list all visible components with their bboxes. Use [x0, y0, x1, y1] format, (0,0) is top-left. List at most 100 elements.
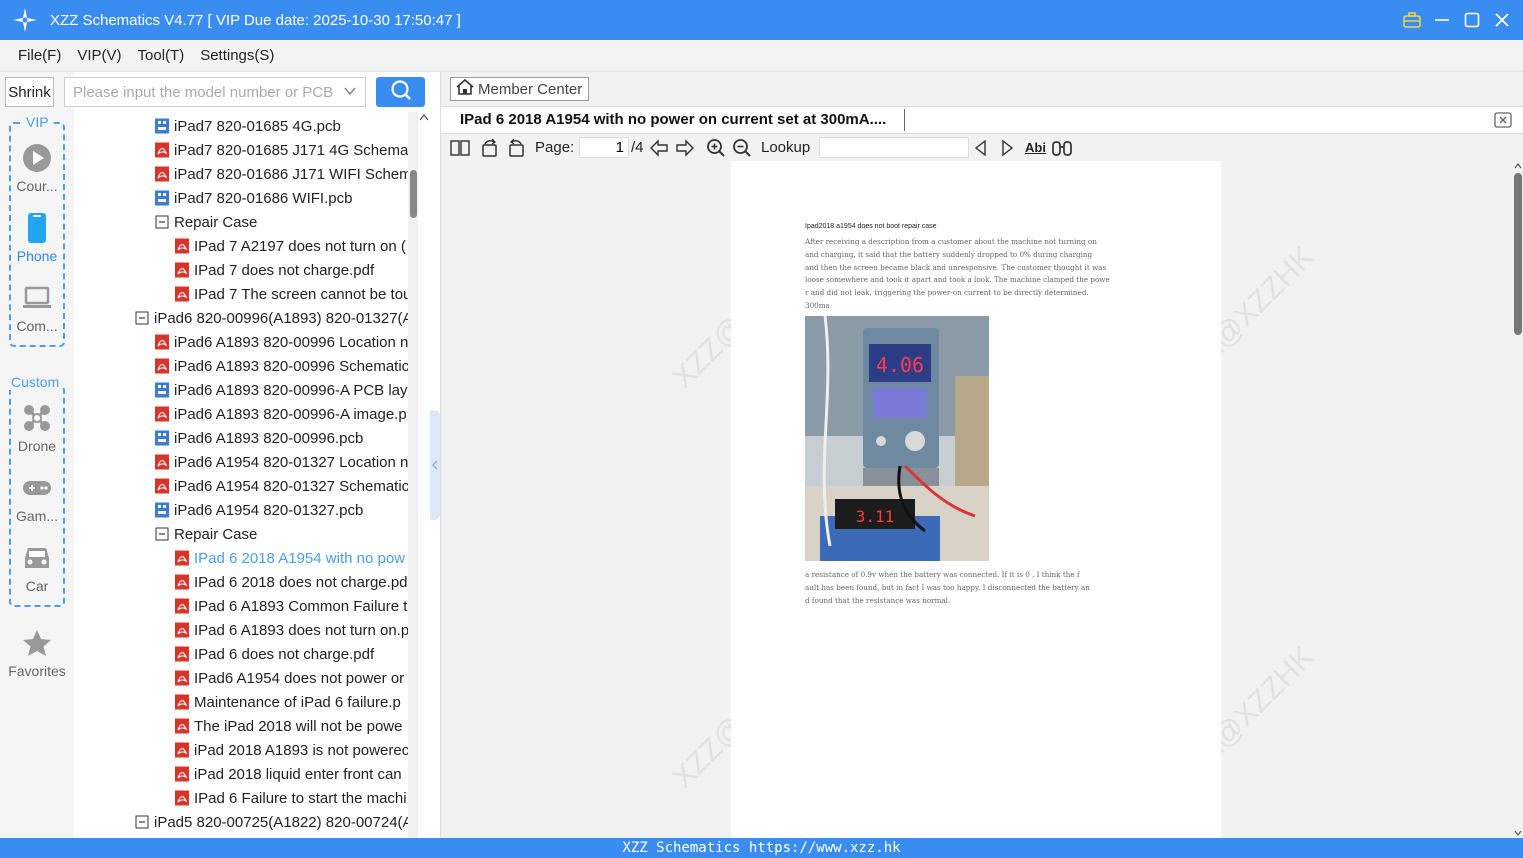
- tree-folder[interactable]: iPad5 820-00725(A1822) 820-00724(A: [134, 810, 408, 834]
- tree-item-label: IPad 6 2018 A1954 with no pow: [194, 549, 405, 567]
- two-page-view-icon[interactable]: [450, 137, 470, 158]
- tree-file[interactable]: iPad6 A1954 820-01327.pcb: [154, 498, 363, 522]
- tree-file[interactable]: iPad6 A1893 820-00996-A PCB laye: [154, 378, 408, 402]
- tree-file[interactable]: IPad 6 2018 A1954 with no pow: [174, 546, 405, 570]
- pdf-page: Ipad2018 a1954 does not boot repair case…: [731, 161, 1221, 838]
- member-center-button[interactable]: Member Center: [450, 77, 589, 101]
- tree-file[interactable]: IPad 6 Failure to start the machi: [174, 786, 407, 810]
- tree-file[interactable]: iPad6 A1893 820-00996 Location n: [154, 330, 408, 354]
- next-page-arrow-icon[interactable]: [675, 137, 695, 158]
- match-case-toggle[interactable]: Abi: [1025, 137, 1046, 158]
- tree-item-label: Maintenance of iPad 6 failure.p: [194, 693, 401, 711]
- lookup-input[interactable]: [819, 137, 969, 158]
- pdf-file-icon: [175, 718, 189, 734]
- collapse-minus-icon[interactable]: [134, 310, 150, 326]
- find-previous-icon[interactable]: [973, 137, 989, 158]
- menu-vip[interactable]: VIP(V): [77, 47, 121, 64]
- tree-file[interactable]: The iPad 2018 will not be powe: [174, 714, 402, 738]
- tree-file[interactable]: IPad 6 A1893 does not turn on.p: [174, 618, 408, 642]
- maximize-icon[interactable]: [1463, 11, 1481, 29]
- tree-file[interactable]: iPad 2018 A1893 is not powerec: [174, 738, 408, 762]
- tree-file[interactable]: iPad7 820-01685 4G.pcb: [154, 114, 341, 138]
- briefcase-icon[interactable]: [1403, 11, 1421, 29]
- tab-separator: [904, 109, 905, 131]
- search-button[interactable]: [376, 77, 425, 107]
- close-tab-icon[interactable]: [1494, 112, 1512, 128]
- tree-scrollbar-thumb[interactable]: [410, 170, 417, 218]
- previous-page-arrow-icon[interactable]: [649, 137, 669, 158]
- zoom-in-icon[interactable]: [706, 137, 726, 158]
- tree-file[interactable]: IPad 7 A2197 does not turn on (: [174, 234, 406, 258]
- pdf-viewer[interactable]: XZZ@XZZHK XZZ@XZZHK XZZ@XZZHK XZZ@XZZHK …: [441, 161, 1523, 838]
- pdf-file-icon: [175, 670, 189, 686]
- find-next-icon[interactable]: [999, 137, 1015, 158]
- tree-file[interactable]: iPad7 820-01685 J171 4G Schemat: [154, 138, 408, 162]
- menu-file[interactable]: File(F): [18, 47, 61, 64]
- tree-file[interactable]: iPad 2018 liquid enter front can: [174, 762, 402, 786]
- document-tab[interactable]: IPad 6 2018 A1954 with no power on curre…: [441, 106, 1523, 134]
- collapse-minus-icon[interactable]: [154, 214, 170, 230]
- minimize-icon[interactable]: [1433, 11, 1451, 29]
- tree-file[interactable]: IPad 7 does not charge.pdf: [174, 258, 374, 282]
- tree-file[interactable]: iPad6 A1893 820-00996-A image.p: [154, 402, 407, 426]
- rail-item-drone[interactable]: Drone: [0, 402, 74, 454]
- zoom-out-icon[interactable]: [732, 137, 752, 158]
- rail-item-game[interactable]: Gam...: [0, 472, 74, 524]
- tree-folder[interactable]: Repair Case: [154, 210, 257, 234]
- tree-item-label: iPad7 820-01686 WIFI.pcb: [174, 189, 353, 207]
- rail-item-computer-label: Com...: [16, 318, 58, 334]
- rail-item-car[interactable]: Car: [0, 542, 74, 594]
- rail-item-favorites[interactable]: Favorites: [0, 627, 74, 679]
- document-line: d found that the resistance was normal.: [805, 595, 951, 605]
- rail-item-phone[interactable]: Phone: [0, 212, 74, 264]
- model-search-input[interactable]: [73, 83, 343, 101]
- tree-file[interactable]: IPad 6 2018 does not charge.pd: [174, 570, 408, 594]
- rail-item-computer[interactable]: Com...: [0, 282, 74, 334]
- rotate-right-icon[interactable]: [506, 137, 526, 158]
- tree-file[interactable]: Maintenance of iPad 6 failure.p: [174, 690, 401, 714]
- shrink-button[interactable]: Shrink: [5, 77, 54, 107]
- tree-file[interactable]: iPad6 A1954 820-01327 Location n: [154, 450, 408, 474]
- menu-settings[interactable]: Settings(S): [200, 47, 274, 64]
- gamepad-icon: [21, 472, 53, 504]
- pcb-file-icon: [155, 502, 169, 518]
- rail-item-drone-label: Drone: [17, 438, 57, 454]
- binoculars-icon[interactable]: [1051, 137, 1073, 158]
- tree-collapse-handle[interactable]: [430, 410, 440, 520]
- tree-item-label: iPad6 A1893 820-00996-A image.p: [174, 405, 407, 423]
- chevron-down-icon[interactable]: [343, 84, 357, 102]
- rail-item-course[interactable]: Cour...: [0, 142, 74, 194]
- status-bar: XZZ Schematics https://www.xzz.hk: [0, 838, 1523, 858]
- tree-file[interactable]: iPad6 A1954 820-01327 Schematic: [154, 474, 408, 498]
- tree-file[interactable]: iPad6 A1893 820-00996 Schematic: [154, 354, 408, 378]
- tree-scrollbar[interactable]: [408, 112, 418, 838]
- document-line: and then the screen became black and unr…: [805, 262, 1107, 272]
- scroll-up-arrow-icon[interactable]: [418, 112, 430, 126]
- rotate-left-icon[interactable]: [480, 137, 500, 158]
- close-icon[interactable]: [1493, 11, 1511, 29]
- tree-file[interactable]: iPad7 820-01686 WIFI.pcb: [154, 186, 352, 210]
- tree-file[interactable]: IPad6 A1954 does not power or: [174, 666, 404, 690]
- menu-tool[interactable]: Tool(T): [138, 47, 185, 64]
- tree-folder[interactable]: iPad6 820-00996(A1893) 820-01327(A: [134, 306, 408, 330]
- rail-item-favorites-label: Favorites: [8, 663, 66, 679]
- pdf-file-icon: [155, 478, 169, 494]
- page-number-input[interactable]: [579, 137, 629, 158]
- tree-file[interactable]: IPad 6 does not charge.pdf: [174, 642, 374, 666]
- document-line: 300ma: [805, 300, 830, 310]
- tree-item-label: iPad7 820-01685 4G.pcb: [174, 117, 341, 135]
- tree-item-label: iPad6 A1893 820-00996 Schematic: [174, 357, 408, 375]
- collapse-minus-icon[interactable]: [154, 526, 170, 542]
- tree-folder[interactable]: Repair Case: [154, 522, 257, 546]
- tree-file[interactable]: iPad7 820-01686 J171 WIFI Schem: [154, 162, 408, 186]
- tree-file[interactable]: iPad6 A1893 820-00996.pcb: [154, 426, 363, 450]
- tree-file[interactable]: IPad 6 A1893 Common Failure t: [174, 594, 407, 618]
- tree-item-label: iPad6 A1954 820-01327 Location n: [174, 453, 408, 471]
- tree-file[interactable]: IPad 7 The screen cannot be tou: [174, 282, 408, 306]
- rail-item-game-label: Gam...: [15, 508, 58, 524]
- collapse-minus-icon[interactable]: [134, 814, 150, 830]
- tree-item-label: IPad 7 The screen cannot be tou: [194, 285, 408, 303]
- viewer-scrollbar[interactable]: [1512, 161, 1523, 838]
- drone-icon: [21, 402, 53, 434]
- viewer-scrollbar-thumb[interactable]: [1514, 173, 1522, 335]
